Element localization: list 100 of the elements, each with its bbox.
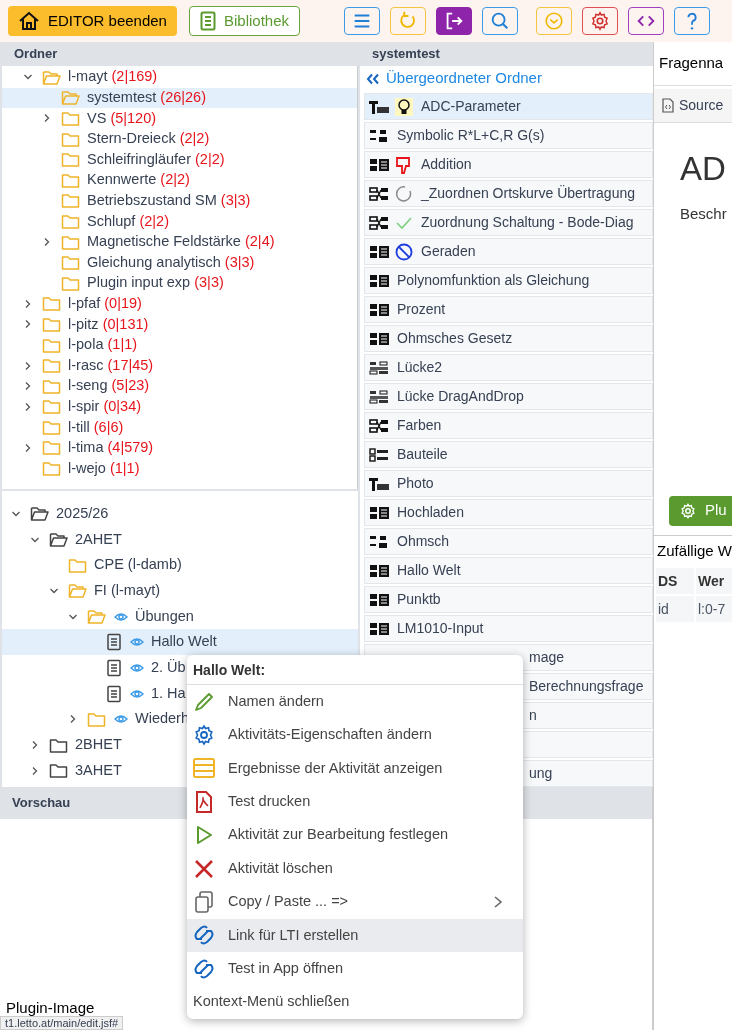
tree-item[interactable]: l-pfaf (0|19) [2, 293, 357, 315]
tree-item[interactable]: 2AHET [2, 526, 358, 553]
folder-icon [42, 295, 61, 313]
question-item[interactable]: Hochladen [364, 499, 653, 526]
chevron-right-icon [30, 740, 40, 751]
question-item[interactable]: Zuordnung Schaltung - Bode-Diag [364, 209, 653, 236]
menu-item[interactable]: Aktivität zur Bearbeitung festlegen [187, 818, 523, 852]
tree-item[interactable]: l-rasc (17|45) [2, 355, 357, 376]
menu-item[interactable]: Link für LTI erstellen [187, 918, 523, 953]
settings-button[interactable] [582, 7, 618, 35]
tree-item[interactable]: Kennwerte (2|2) [2, 169, 357, 191]
folder-icon [49, 736, 68, 754]
tree-item[interactable]: Schleifringläufer (2|2) [2, 149, 357, 170]
parent-folder-link[interactable]: Übergeordneter Ordner [364, 66, 653, 91]
tree-item[interactable]: l-mayt (2|169) [2, 67, 357, 88]
question-item[interactable]: Ohmsch [364, 528, 653, 555]
tree-item[interactable]: l-till (6|6) [2, 417, 357, 438]
choice-type-icon [369, 447, 389, 462]
tree-item[interactable]: FI (l-mayt) [2, 578, 358, 604]
editor-exit-button[interactable]: EDITOR beenden [8, 6, 177, 36]
open-folder-icon [30, 505, 49, 523]
tree-item[interactable]: systemtest (26|26) [2, 87, 357, 109]
tree-item[interactable]: l-wejo (1|1) [2, 458, 357, 479]
symbolic-type-icon [369, 128, 389, 143]
tree-item[interactable]: Plugin input exp (3|3) [2, 272, 357, 294]
book-icon [199, 11, 216, 31]
exit-button[interactable] [436, 7, 472, 35]
pencil-icon [193, 690, 215, 713]
question-item[interactable]: Farben [364, 412, 653, 439]
cloze-type-icon [369, 360, 389, 375]
search-button[interactable] [482, 7, 518, 35]
tree-item[interactable]: l-seng (5|23) [2, 375, 357, 397]
chevron-right-icon [30, 765, 40, 776]
menu-item[interactable]: Ergebnisse der Aktivität anzeigen [187, 751, 523, 786]
menu-item[interactable]: Aktivitäts-Eigenschaften ändern [187, 718, 523, 752]
tree-item[interactable]: Betriebszustand SM (3|3) [2, 190, 357, 212]
menu-item[interactable]: Kontext-Menü schließen [187, 985, 523, 1019]
pdf-icon [193, 790, 215, 813]
question-item[interactable]: Bauteile [364, 441, 653, 468]
question-item[interactable]: Addition [364, 151, 653, 178]
question-item[interactable]: Lücke2 [364, 354, 653, 381]
chevron-right-icon [23, 443, 33, 453]
menu-item[interactable]: Aktivität löschen [187, 851, 523, 886]
question-item[interactable]: Geraden [364, 238, 653, 265]
question-item[interactable]: Lücke DragAndDrop [364, 383, 653, 410]
panel-header: systemtest [371, 45, 441, 64]
source-tab[interactable]: Source [654, 89, 732, 123]
link-icon [193, 957, 215, 980]
home-icon [18, 11, 40, 31]
question-item[interactable]: Prozent [364, 296, 653, 323]
question-item[interactable]: ADC-Parameter [364, 93, 653, 120]
tree-item[interactable]: Stern-Dreieck (2|2) [2, 128, 357, 150]
calculator-grid-icon [369, 505, 389, 520]
menu-item[interactable]: Test drucken [187, 785, 523, 819]
menu-item[interactable]: Copy / Paste ... => [187, 885, 523, 919]
tree-item[interactable]: l-spir (0|34) [2, 396, 357, 418]
tree-item[interactable]: l-pitz (0|131) [2, 314, 357, 335]
folder-icon [61, 254, 80, 272]
question-item[interactable]: LM1010-Input [364, 615, 653, 642]
tree-item[interactable]: VS (5|120) [2, 108, 357, 129]
tree-item[interactable]: Schlupf (2|2) [2, 211, 357, 232]
tree-item[interactable]: l-tima (4|579) [2, 437, 357, 459]
eye-icon [114, 610, 128, 623]
document-icon [106, 684, 122, 703]
copy-icon [193, 891, 215, 914]
matching-grid-icon [369, 215, 389, 230]
question-item[interactable]: Photo [364, 470, 653, 497]
tree-item[interactable]: Hallo Welt [2, 629, 358, 656]
description-text: Beschr [679, 204, 728, 224]
menu-button[interactable] [344, 7, 380, 35]
folder-icon [61, 171, 80, 189]
menu-item[interactable]: Namen ändern [187, 685, 523, 719]
tree-item[interactable]: Gleichung analytisch (3|3) [2, 252, 357, 273]
calculator-grid-icon [369, 331, 389, 346]
folder-icon [42, 357, 61, 375]
menu-item[interactable]: Test in App öffnen [187, 952, 523, 986]
question-item[interactable]: Polynomfunktion als Gleichung [364, 267, 653, 294]
double-chevron-left-icon [366, 72, 380, 85]
status-url: t1.letto.at/main/edit.jsf# [0, 1016, 124, 1030]
link-icon [193, 924, 215, 947]
folder-icon [42, 377, 61, 395]
help-button[interactable] [674, 7, 710, 35]
tree-item[interactable]: CPE (l-damb) [2, 552, 358, 579]
question-item[interactable]: Hallo Welt [364, 557, 653, 584]
folder-icon [61, 274, 80, 292]
folder-icon [61, 192, 80, 210]
tree-item[interactable]: l-pola (1|1) [2, 334, 357, 356]
chevron-circle-icon [543, 10, 565, 32]
column-header: Wer [696, 568, 732, 594]
question-item[interactable]: _Zuordnen Ortskurve Übertragung [364, 180, 653, 207]
tree-item[interactable]: 2025/26 [2, 501, 358, 527]
eye-icon [114, 713, 128, 726]
question-item[interactable]: Punktb [364, 586, 653, 613]
code-button[interactable] [628, 7, 664, 35]
folder-icon [42, 398, 61, 416]
question-item[interactable]: Symbolic R*L+C,R G(s) [364, 122, 653, 149]
symbolic-type-icon [369, 534, 389, 549]
question-item[interactable]: Ohmsches Gesetz [364, 325, 653, 352]
tree-item[interactable]: Magnetische Feldstärke (2|4) [2, 231, 357, 253]
tree-item[interactable]: Übungen [2, 603, 358, 630]
